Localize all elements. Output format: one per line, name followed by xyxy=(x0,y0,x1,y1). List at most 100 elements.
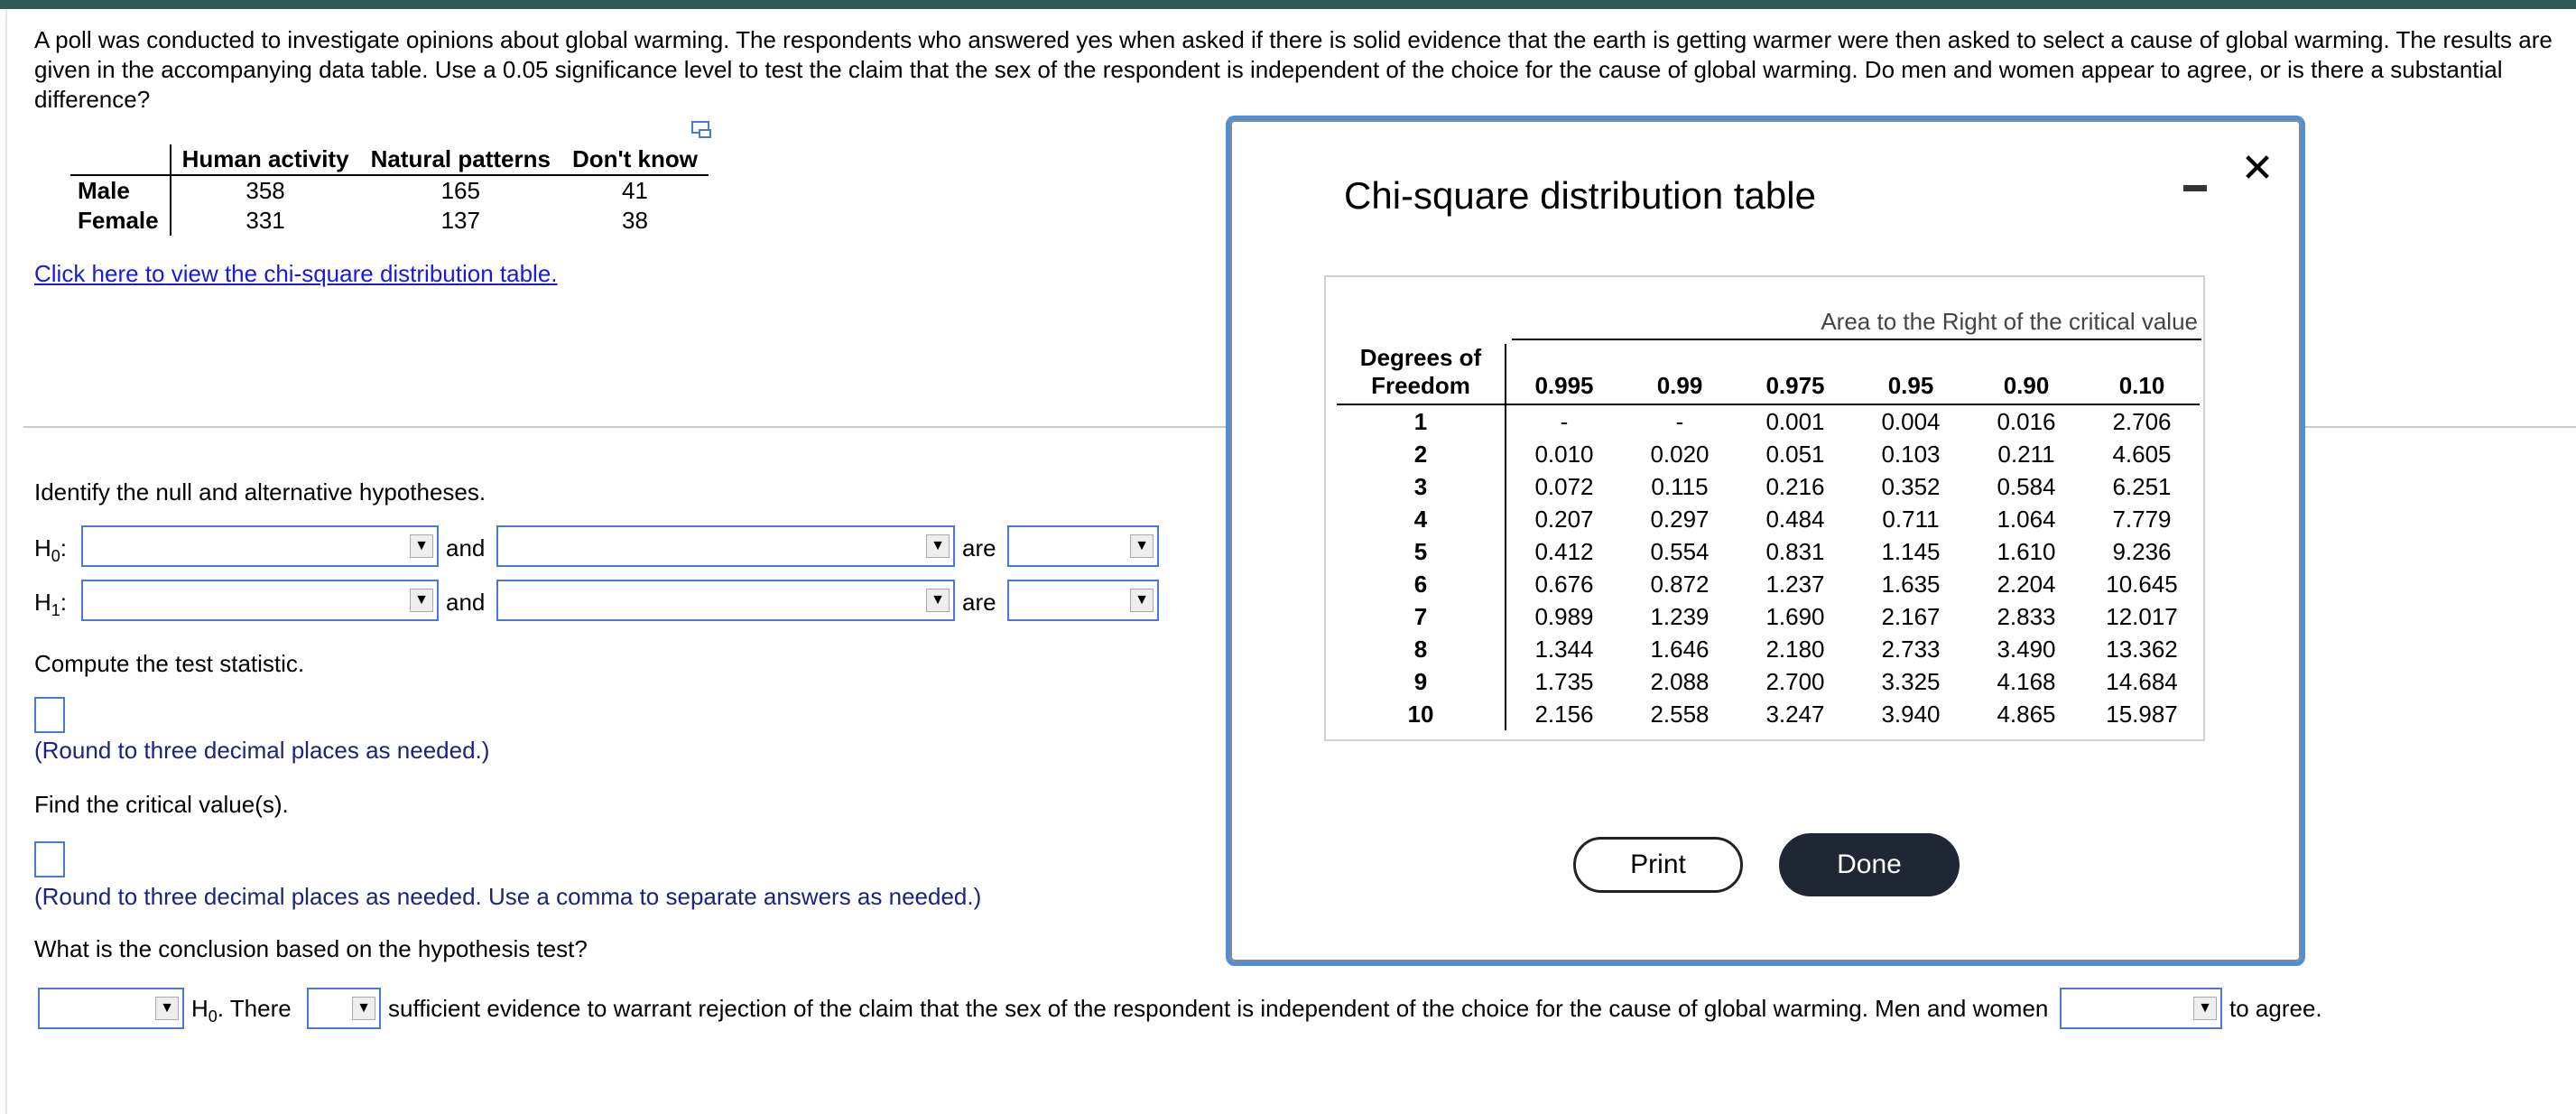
table-cell: 2.558 xyxy=(1650,700,1710,728)
table-cell: 0.297 xyxy=(1650,505,1710,533)
h1-dropdown-1[interactable]: ▼ xyxy=(81,580,439,621)
print-button[interactable]: Print xyxy=(1573,837,1743,893)
table-cell: 137 xyxy=(440,207,480,234)
table-cell: 0.872 xyxy=(1650,570,1710,598)
table-cell: 7.779 xyxy=(2112,505,2172,533)
chevron-down-icon: ▼ xyxy=(1130,589,1154,612)
table-cell: 0.004 xyxy=(1881,407,1941,435)
df-cell: 1 xyxy=(1337,404,1506,438)
hypotheses-prompt: Identify the null and alternative hypoth… xyxy=(34,478,486,506)
row-label: Male xyxy=(70,175,171,206)
critical-value-hint: (Round to three decimal places as needed… xyxy=(34,883,982,910)
col-header: 0.995 xyxy=(1506,344,1622,405)
table-cell: 2.180 xyxy=(1765,635,1825,663)
table-row: Male 358 165 41 xyxy=(70,175,709,206)
table-cell: 1.237 xyxy=(1765,570,1825,598)
table-cell: 0.352 xyxy=(1881,472,1941,500)
table-cell: 1.635 xyxy=(1881,570,1941,598)
area-label: Area to the Right of the critical value xyxy=(1821,308,2198,335)
problem-statement: A poll was conducted to investigate opin… xyxy=(34,26,2553,113)
table-row: 3 0.072 0.115 0.216 0.352 0.584 6.251 xyxy=(1337,470,2200,503)
table-row: 1 - - 0.001 0.004 0.016 2.706 xyxy=(1337,404,2200,438)
table-cell: 0.412 xyxy=(1534,537,1594,565)
left-border xyxy=(5,9,7,1114)
df-cell: 8 xyxy=(1337,633,1506,665)
and-label: and xyxy=(446,589,486,616)
df-cell: 3 xyxy=(1337,470,1506,503)
table-cell: 0.711 xyxy=(1882,505,1940,533)
table-cell: 4.168 xyxy=(1997,667,2056,695)
table-cell: 0.989 xyxy=(1534,602,1594,630)
table-cell: 10.645 xyxy=(2106,570,2178,598)
h0-dropdown-3[interactable]: ▼ xyxy=(1007,525,1159,567)
col-header: 0.99 xyxy=(1622,344,1737,405)
table-cell: 15.987 xyxy=(2106,700,2178,728)
table-cell: 0.010 xyxy=(1534,440,1594,468)
table-cell: 1.735 xyxy=(1534,667,1594,695)
test-statistic-hint: (Round to three decimal places as needed… xyxy=(34,737,490,764)
table-cell: 4.605 xyxy=(2112,440,2172,468)
test-statistic-prompt: Compute the test statistic. xyxy=(34,650,305,677)
h1-dropdown-3[interactable]: ▼ xyxy=(1007,580,1159,621)
table-cell: 4.865 xyxy=(1997,700,2056,728)
conclusion-decision-dropdown[interactable]: ▼ xyxy=(38,988,184,1029)
df-cell: 5 xyxy=(1337,535,1506,568)
table-cell: 0.584 xyxy=(1997,472,2056,500)
chevron-down-icon: ▼ xyxy=(926,534,950,558)
conclusion-end-text: to agree. xyxy=(2229,995,2322,1022)
col-header: 0.10 xyxy=(2084,344,2200,405)
table-cell: 358 xyxy=(246,177,285,204)
table-cell: 2.706 xyxy=(2112,407,2172,435)
critical-value-input[interactable] xyxy=(34,841,65,877)
conclusion-agree-dropdown[interactable]: ▼ xyxy=(2060,988,2222,1029)
table-cell: 2.833 xyxy=(1997,602,2056,630)
chevron-down-icon: ▼ xyxy=(352,997,375,1020)
critical-value-prompt: Find the critical value(s). xyxy=(34,791,289,818)
row-label: Female xyxy=(70,206,171,236)
conclusion-prompt: What is the conclusion based on the hypo… xyxy=(34,935,588,962)
table-cell: 1.064 xyxy=(1997,505,2056,533)
h1-dropdown-2[interactable]: ▼ xyxy=(496,580,955,621)
table-corner xyxy=(70,144,171,176)
table-cell: 12.017 xyxy=(2106,602,2178,630)
table-cell: 6.251 xyxy=(2112,472,2172,500)
close-icon[interactable]: ✕ xyxy=(2239,149,2275,189)
done-button[interactable]: Done xyxy=(1779,833,1960,896)
table-cell: 3.325 xyxy=(1881,667,1941,695)
table-cell: 0.072 xyxy=(1534,472,1594,500)
col-header: 0.975 xyxy=(1737,344,1853,405)
col-header: Human activity xyxy=(169,144,360,176)
table-cell: 13.362 xyxy=(2106,635,2178,663)
table-row: 4 0.207 0.297 0.484 0.711 1.064 7.779 xyxy=(1337,503,2200,535)
table-cell: 2.167 xyxy=(1881,602,1941,630)
h0-dropdown-2[interactable]: ▼ xyxy=(496,525,955,567)
chi-square-modal: Chi-square distribution table ✕ Area to … xyxy=(1226,116,2305,966)
chevron-down-icon: ▼ xyxy=(1130,534,1154,558)
table-cell: 0.211 xyxy=(1997,440,2055,468)
table-cell: 0.020 xyxy=(1650,440,1710,468)
table-cell: 38 xyxy=(622,207,648,234)
table-cell: 1.690 xyxy=(1765,602,1825,630)
table-cell: 1.145 xyxy=(1881,537,1941,565)
modal-title: Chi-square distribution table xyxy=(1344,174,1816,217)
top-bar xyxy=(0,0,2576,9)
minimize-icon[interactable] xyxy=(2183,169,2209,192)
table-cell: 3.247 xyxy=(1765,700,1825,728)
table-cell: 14.684 xyxy=(2106,667,2178,695)
table-row: 2 0.010 0.020 0.051 0.103 0.211 4.605 xyxy=(1337,438,2200,470)
chevron-down-icon: ▼ xyxy=(410,589,433,612)
copy-table-icon[interactable] xyxy=(691,121,713,139)
table-cell: 0.207 xyxy=(1534,505,1594,533)
conclusion-evidence-dropdown[interactable]: ▼ xyxy=(307,988,381,1029)
table-cell: 2.156 xyxy=(1534,700,1594,728)
chi-square-table: Degrees of Freedom 0.995 0.99 0.975 0.95 … xyxy=(1337,344,2200,730)
chevron-down-icon: ▼ xyxy=(410,534,433,558)
h0-dropdown-1[interactable]: ▼ xyxy=(81,525,439,567)
chi-square-table-link[interactable]: Click here to view the chi-square distri… xyxy=(34,260,558,288)
table-cell: 2.700 xyxy=(1765,667,1825,695)
table-cell: 9.236 xyxy=(2112,537,2172,565)
table-row: 5 0.412 0.554 0.831 1.145 1.610 9.236 xyxy=(1337,535,2200,568)
test-statistic-input[interactable] xyxy=(34,697,65,733)
table-cell: 1.344 xyxy=(1534,635,1594,663)
table-cell: 1.610 xyxy=(1997,537,2056,565)
